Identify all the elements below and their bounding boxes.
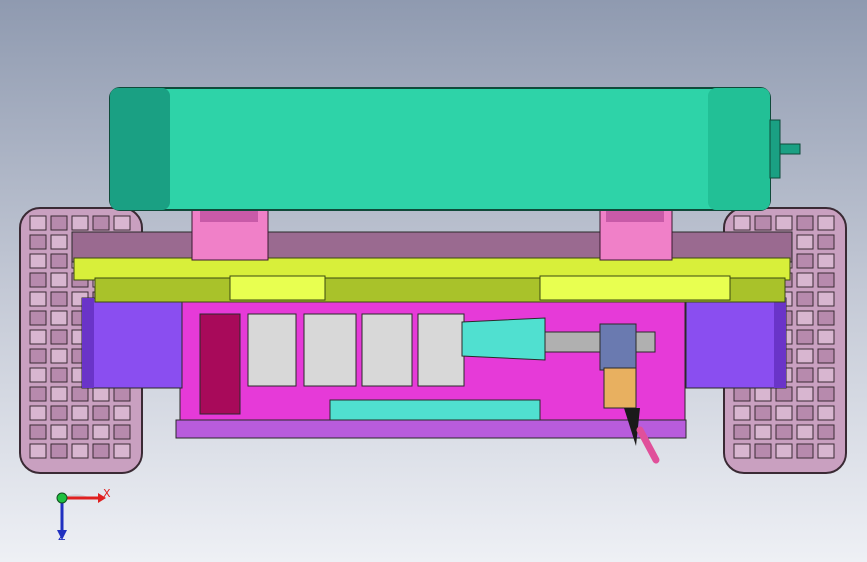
tread-block bbox=[796, 310, 814, 326]
tread-block bbox=[796, 348, 814, 364]
graphics-viewport[interactable]: X Z bbox=[0, 0, 867, 562]
tread-block bbox=[817, 348, 835, 364]
tread-block bbox=[796, 234, 814, 250]
tread-block bbox=[71, 424, 89, 440]
tread-block bbox=[817, 405, 835, 421]
tread-block bbox=[50, 272, 68, 288]
tread-block bbox=[733, 405, 751, 421]
tread-block bbox=[754, 386, 772, 402]
z-axis-label: Z bbox=[58, 530, 66, 543]
tread-block bbox=[796, 253, 814, 269]
tread-block bbox=[796, 291, 814, 307]
tread-block bbox=[817, 310, 835, 326]
tread-block bbox=[796, 443, 814, 459]
tread-block bbox=[92, 424, 110, 440]
right-motor[interactable] bbox=[685, 297, 787, 389]
model-view[interactable] bbox=[0, 0, 867, 562]
tread-block bbox=[50, 424, 68, 440]
tread-block bbox=[817, 234, 835, 250]
tread-block bbox=[817, 367, 835, 383]
tread-block bbox=[775, 405, 793, 421]
tread-block bbox=[50, 367, 68, 383]
tread-block bbox=[50, 386, 68, 402]
tread-block bbox=[775, 443, 793, 459]
tread-block bbox=[113, 405, 131, 421]
tread-block bbox=[29, 234, 47, 250]
tread-block bbox=[29, 367, 47, 383]
tread-block bbox=[92, 386, 110, 402]
tread-block bbox=[71, 215, 89, 231]
tread-block bbox=[50, 329, 68, 345]
tread-block bbox=[796, 329, 814, 345]
tread-block bbox=[71, 443, 89, 459]
tread-block bbox=[796, 405, 814, 421]
tread-block bbox=[50, 253, 68, 269]
tread-block bbox=[29, 405, 47, 421]
tread-block bbox=[817, 272, 835, 288]
spring[interactable] bbox=[599, 323, 637, 371]
tread-block bbox=[817, 443, 835, 459]
tread-block bbox=[29, 215, 47, 231]
gear[interactable] bbox=[603, 367, 637, 409]
tread-block bbox=[50, 310, 68, 326]
tread-block bbox=[796, 424, 814, 440]
tread-block bbox=[796, 386, 814, 402]
tread-block bbox=[817, 215, 835, 231]
tread-block bbox=[733, 424, 751, 440]
tread-block bbox=[50, 215, 68, 231]
tread-block bbox=[733, 386, 751, 402]
tread-block bbox=[817, 424, 835, 440]
tread-block bbox=[29, 348, 47, 364]
top-plate[interactable] bbox=[73, 257, 791, 303]
tread-block bbox=[796, 367, 814, 383]
tread-block bbox=[29, 443, 47, 459]
tread-block bbox=[29, 424, 47, 440]
tread-block bbox=[775, 386, 793, 402]
tread-block bbox=[50, 291, 68, 307]
tread-block bbox=[754, 405, 772, 421]
tread-block bbox=[71, 405, 89, 421]
left-motor[interactable] bbox=[81, 297, 183, 389]
tread-block bbox=[50, 348, 68, 364]
tread-block bbox=[796, 272, 814, 288]
tread-block bbox=[796, 215, 814, 231]
tread-block bbox=[29, 310, 47, 326]
tread-block bbox=[113, 215, 131, 231]
cylinder-tank[interactable] bbox=[109, 87, 801, 211]
tread-block bbox=[113, 424, 131, 440]
tread-block bbox=[733, 443, 751, 459]
tread-block bbox=[817, 329, 835, 345]
tread-block bbox=[775, 424, 793, 440]
tread-block bbox=[29, 386, 47, 402]
tread-block bbox=[113, 386, 131, 402]
tread-block bbox=[754, 443, 772, 459]
tread-block bbox=[29, 291, 47, 307]
tread-block bbox=[113, 443, 131, 459]
x-axis-label: X bbox=[103, 487, 111, 500]
tread-block bbox=[754, 424, 772, 440]
tread-block bbox=[754, 215, 772, 231]
tread-block bbox=[733, 215, 751, 231]
tread-block bbox=[775, 215, 793, 231]
tread-block bbox=[29, 329, 47, 345]
tread-block bbox=[92, 443, 110, 459]
tread-block bbox=[817, 386, 835, 402]
tread-block bbox=[817, 253, 835, 269]
tread-block bbox=[92, 405, 110, 421]
tread-block bbox=[71, 386, 89, 402]
tread-block bbox=[50, 234, 68, 250]
tread-block bbox=[817, 291, 835, 307]
tread-block bbox=[92, 215, 110, 231]
tread-block bbox=[50, 405, 68, 421]
tread-block bbox=[29, 272, 47, 288]
tread-block bbox=[50, 443, 68, 459]
tread-block bbox=[29, 253, 47, 269]
